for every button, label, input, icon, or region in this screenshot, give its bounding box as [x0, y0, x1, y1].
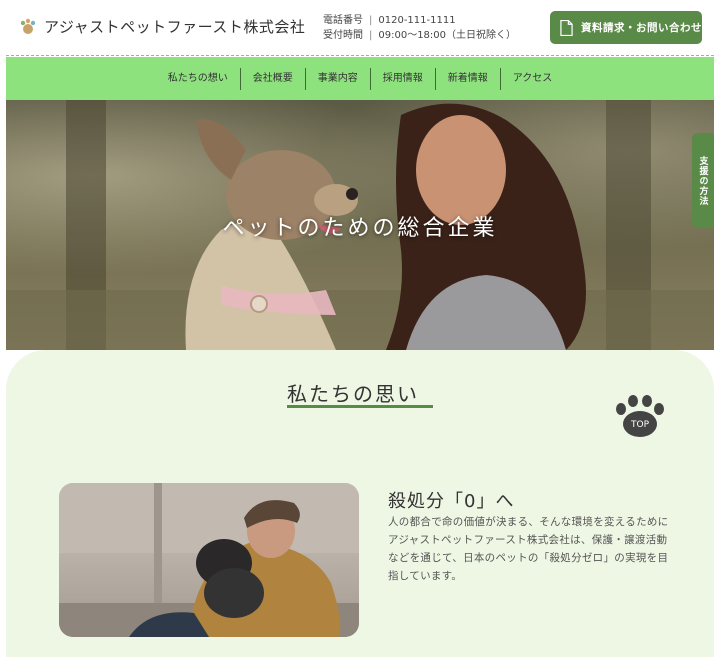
paw-top-icon[interactable]: TOP: [613, 395, 667, 439]
phone-label: 電話番号: [323, 15, 363, 26]
nav-item-philosophy[interactable]: 私たちの想い: [156, 68, 240, 90]
hero-image: ペットのための総合企業: [6, 100, 714, 350]
hero-title: ペットのための総合企業: [222, 216, 498, 241]
inquiry-button-label: 資料請求・お問い合わせ: [581, 22, 702, 34]
nav-item-access[interactable]: アクセス: [499, 67, 565, 90]
document-icon: [560, 19, 573, 36]
feature-photo: [59, 483, 359, 637]
company-name: アジャストペットファースト株式会社: [44, 18, 306, 36]
nav-item-news[interactable]: 新着情報: [434, 67, 500, 90]
contact-info: 電話番号 | 0120-111-1111 受付時間 | 09:00～18:00（…: [323, 13, 516, 43]
nav-item-business[interactable]: 事業内容: [304, 67, 370, 90]
section-title: 私たちの思い: [287, 382, 419, 406]
hours-value: 09:00～18:00（土日祝除く）: [378, 30, 517, 41]
divider: |: [369, 30, 373, 41]
logo[interactable]: アジャストペットファースト株式会社: [18, 16, 305, 37]
nav-item-company[interactable]: 会社概要: [239, 67, 305, 90]
divider: |: [369, 15, 373, 26]
section-title-underline: [287, 405, 433, 408]
feature-photo-illustration: [59, 483, 359, 637]
feature-title: 殺処分「0」へ: [388, 491, 515, 512]
nav-item-recruit[interactable]: 採用情報: [369, 67, 435, 90]
paw-logo-icon: [20, 18, 36, 34]
phone-number[interactable]: 0120-111-1111: [378, 13, 455, 28]
feature-body: 人の都合で命の価値が決まる、そんな環境を変えるためにアジャストペットファースト株…: [388, 516, 669, 582]
global-nav: 私たちの想い 会社概要 事業内容 採用情報 新着情報 アクセス: [6, 57, 714, 100]
top-button-label: TOP: [630, 420, 650, 430]
site-header: アジャストペットファースト株式会社 電話番号 | 0120-111-1111 受…: [0, 0, 720, 56]
hours-label: 受付時間: [323, 30, 363, 41]
header-divider: [6, 55, 714, 56]
inquiry-button[interactable]: 資料請求・お問い合わせ: [550, 11, 702, 44]
support-method-tab[interactable]: 支援の方法: [692, 133, 714, 228]
